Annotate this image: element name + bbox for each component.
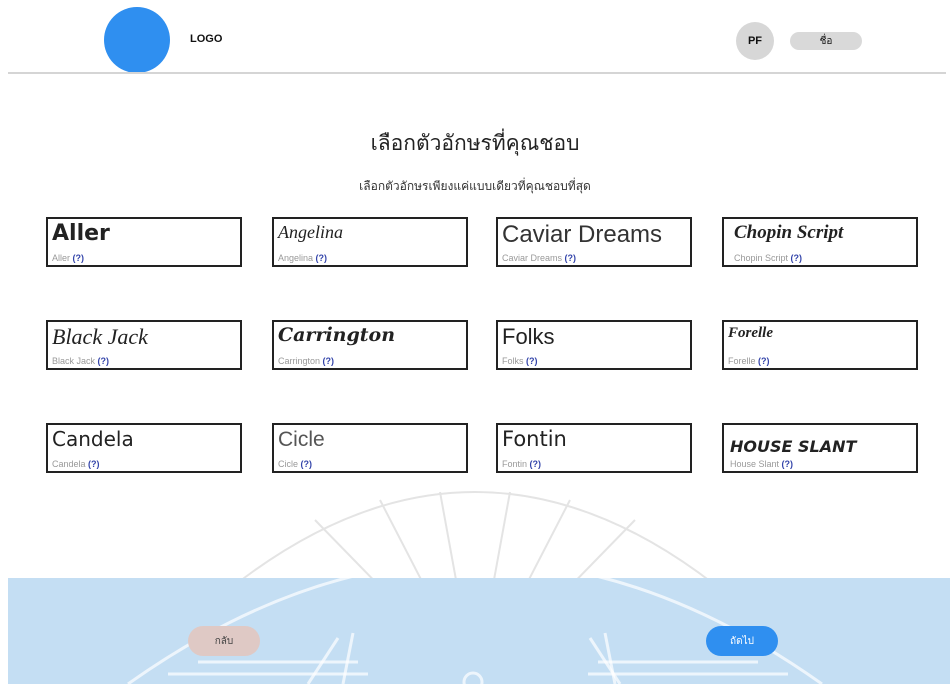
font-caption: Black Jack (?) — [52, 356, 110, 366]
page-title: เลือกตัวอักษรที่คุณชอบ — [370, 131, 580, 155]
font-sample: Carrington — [278, 324, 396, 346]
font-caption: Candela (?) — [52, 459, 100, 469]
help-link[interactable]: (?) — [98, 356, 110, 366]
logo-label: LOGO — [190, 33, 223, 45]
font-caption: Forelle (?) — [728, 356, 770, 366]
help-link[interactable]: (?) — [323, 356, 335, 366]
help-link[interactable]: (?) — [758, 356, 770, 366]
font-sample: Fontin — [502, 427, 567, 451]
help-link[interactable]: (?) — [73, 253, 85, 263]
font-sample: Folks — [502, 324, 555, 349]
help-link[interactable]: (?) — [316, 253, 328, 263]
help-link[interactable]: (?) — [791, 253, 803, 263]
back-button[interactable]: กลับ — [188, 626, 260, 656]
font-caption: Angelina (?) — [278, 253, 328, 263]
top-bar: LOGO PF ชื่อ — [0, 0, 950, 74]
font-option-forelle[interactable]: Forelle Forelle (?) — [722, 320, 918, 370]
font-option-house-slant[interactable]: HOUSE SLANT House Slant (?) — [722, 423, 918, 473]
font-option-aller[interactable]: Aller Aller (?) — [46, 217, 242, 267]
help-link[interactable]: (?) — [88, 459, 100, 469]
font-option-angelina[interactable]: Angelina Angelina (?) — [272, 217, 468, 267]
font-caption: Caviar Dreams (?) — [502, 253, 577, 263]
help-link[interactable]: (?) — [526, 356, 538, 366]
font-sample: Candela — [52, 427, 134, 451]
font-sample: Aller — [52, 221, 110, 246]
profile-name-button[interactable]: ชื่อ — [790, 32, 862, 50]
font-caption: House Slant (?) — [730, 459, 794, 469]
header-divider — [8, 72, 946, 74]
font-sample: Cicle — [278, 428, 325, 451]
font-sample: Forelle — [728, 325, 773, 341]
font-caption: Fontin (?) — [502, 459, 542, 469]
help-link[interactable]: (?) — [782, 459, 794, 469]
font-option-fontin[interactable]: Fontin Fontin (?) — [496, 423, 692, 473]
font-caption: Chopin Script (?) — [734, 253, 803, 263]
font-caption: Aller (?) — [52, 253, 85, 263]
font-sample: HOUSE SLANT — [730, 437, 857, 456]
help-link[interactable]: (?) — [530, 459, 542, 469]
help-link[interactable]: (?) — [565, 253, 577, 263]
page-subtitle: เลือกตัวอักษรเพียงแค่แบบเดียวที่คุณชอบที… — [359, 179, 591, 193]
font-sample: Angelina — [278, 222, 343, 242]
font-option-cicle[interactable]: Cicle Cicle (?) — [272, 423, 468, 473]
logo-mark — [104, 7, 170, 73]
font-sample: Caviar Dreams — [502, 221, 663, 248]
next-button[interactable]: ถัดไป — [706, 626, 778, 656]
font-option-chopin-script[interactable]: Chopin Script Chopin Script (?) — [722, 217, 918, 267]
help-link[interactable]: (?) — [301, 459, 313, 469]
font-sample: Chopin Script — [734, 222, 844, 243]
font-option-carrington[interactable]: Carrington Carrington (?) — [272, 320, 468, 370]
font-sample: Black Jack — [52, 324, 148, 349]
font-caption: Carrington (?) — [278, 356, 335, 366]
footer-bar: กลับ ถัดไป — [8, 578, 950, 684]
font-option-candela[interactable]: Candela Candela (?) — [46, 423, 242, 473]
font-caption: Folks (?) — [502, 356, 538, 366]
watermark-emblem — [127, 578, 823, 684]
font-option-folks[interactable]: Folks Folks (?) — [496, 320, 692, 370]
font-caption: Cicle (?) — [278, 459, 313, 469]
font-option-black-jack[interactable]: Black Jack Black Jack (?) — [46, 320, 242, 370]
profile-avatar[interactable]: PF — [736, 22, 774, 60]
font-option-caviar-dreams[interactable]: Caviar Dreams Caviar Dreams (?) — [496, 217, 692, 267]
